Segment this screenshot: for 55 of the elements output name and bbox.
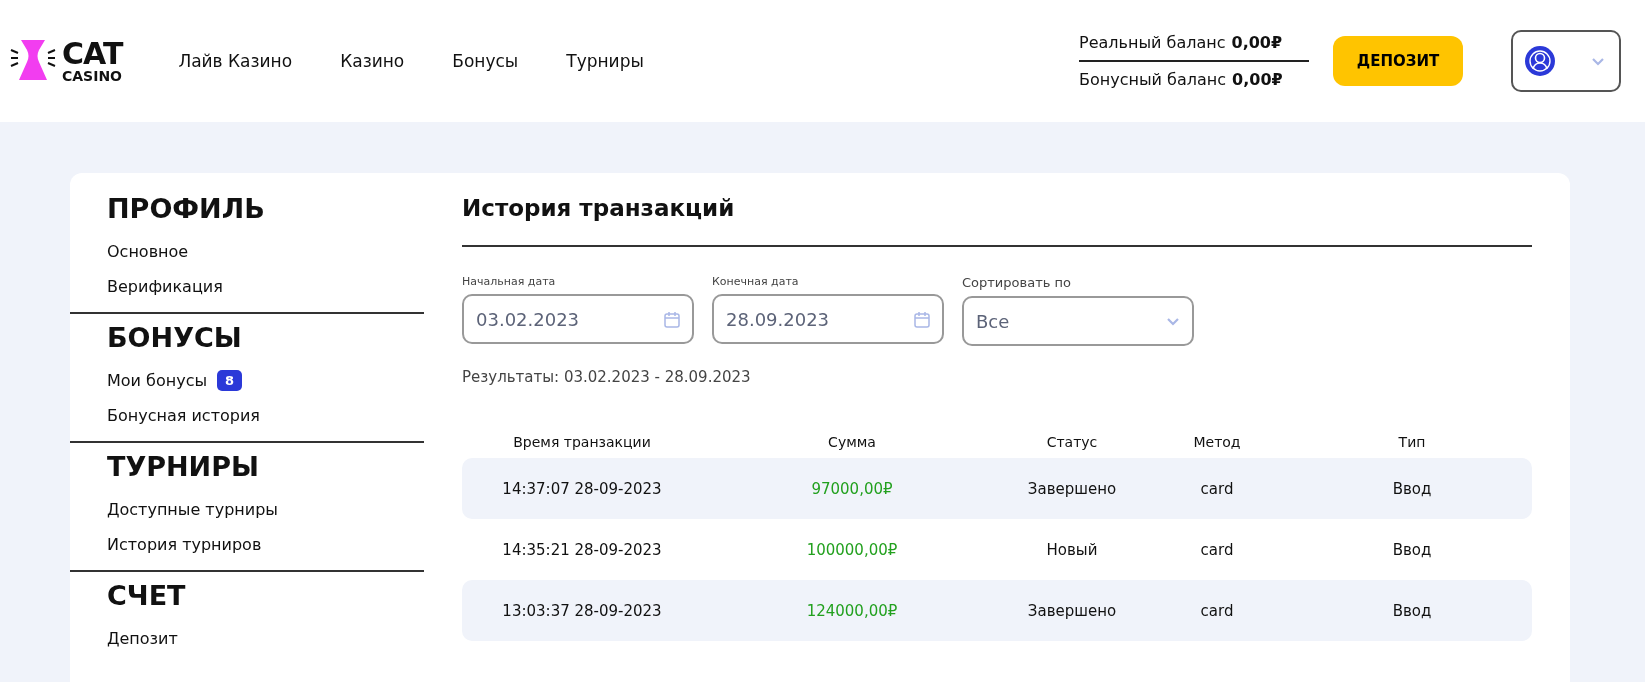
table-cell-text: Ввод bbox=[1391, 540, 1433, 559]
deposit-button[interactable]: ДЕПОЗИТ bbox=[1333, 36, 1463, 86]
sidebar-link[interactable]: Мои бонусы bbox=[107, 371, 208, 390]
sidebar-link[interactable]: Верификация bbox=[107, 277, 223, 296]
table-cell-text: Ввод bbox=[1391, 479, 1433, 498]
count-badge: 8 bbox=[217, 370, 243, 391]
nav-link[interactable]: Казино bbox=[340, 51, 405, 71]
calendar-icon[interactable] bbox=[664, 310, 680, 328]
nav-link[interactable]: Бонусы bbox=[452, 51, 519, 71]
field-label: Конечная дата bbox=[712, 275, 800, 288]
table-cell-text: 14:35:21 28-09-2023 bbox=[501, 540, 663, 559]
table-cell-text: 14:37:07 28-09-2023 bbox=[501, 479, 663, 498]
field-label: Сортировать по bbox=[962, 275, 1072, 290]
chevron-down-icon bbox=[1591, 56, 1605, 66]
column-header: Тип bbox=[1397, 434, 1427, 450]
logo-title: CAT bbox=[62, 39, 123, 69]
table-cell-text: card bbox=[1199, 601, 1235, 620]
user-avatar-icon bbox=[1525, 46, 1555, 76]
date-field[interactable]: 28.09.2023 bbox=[712, 294, 944, 344]
sidebar-link[interactable]: Депозит bbox=[107, 629, 178, 648]
table-cell-text: card bbox=[1199, 540, 1235, 559]
sort-dropdown[interactable]: Все bbox=[962, 296, 1194, 346]
sidebar-link[interactable]: Основное bbox=[107, 242, 189, 261]
chevron-down-icon bbox=[1166, 316, 1180, 326]
balance-text: Реальный баланс 0,00₽ bbox=[1079, 32, 1284, 54]
date-field[interactable]: 03.02.2023 bbox=[462, 294, 694, 344]
sidebar-link[interactable]: История турниров bbox=[107, 535, 262, 554]
balance-text: Бонусный баланс 0,00₽ bbox=[1079, 69, 1284, 91]
section-heading: БОНУСЫ bbox=[107, 322, 243, 353]
section-heading: СЧЕТ bbox=[107, 580, 187, 611]
table-cell-text: Новый bbox=[1045, 540, 1099, 559]
user-menu-button[interactable] bbox=[1511, 30, 1621, 92]
field-label: Начальная дата bbox=[462, 275, 557, 288]
sidebar-link[interactable]: Доступные турниры bbox=[107, 500, 278, 519]
amount-cell-text: 97000,00₽ bbox=[810, 479, 894, 498]
column-header: Сумма bbox=[827, 434, 877, 450]
amount-cell-text: 124000,00₽ bbox=[805, 601, 899, 620]
sidebar-link[interactable]: Бонусная история bbox=[107, 406, 260, 425]
calendar-icon[interactable] bbox=[914, 310, 930, 328]
table-cell-text: Завершено bbox=[1026, 601, 1118, 620]
results-range-text: Результаты: 03.02.2023 - 28.09.2023 bbox=[462, 368, 752, 386]
amount-cell-text: 100000,00₽ bbox=[805, 540, 899, 559]
section-heading: ПРОФИЛЬ bbox=[107, 193, 266, 224]
section-heading: ТУРНИРЫ bbox=[107, 451, 260, 482]
table-cell-text: Ввод bbox=[1391, 601, 1433, 620]
logo-subtitle: CASINO bbox=[62, 69, 123, 83]
nav-link[interactable]: Лайв Казино bbox=[178, 51, 293, 71]
table-cell-text: card bbox=[1199, 479, 1235, 498]
table-cell-text: Завершено bbox=[1026, 479, 1118, 498]
table-cell-text: 13:03:37 28-09-2023 bbox=[501, 601, 663, 620]
nav-link[interactable]: Турниры bbox=[566, 51, 644, 71]
page-title: История транзакций bbox=[462, 195, 1532, 247]
column-header: Статус bbox=[1045, 434, 1099, 450]
column-header: Время транзакции bbox=[512, 434, 652, 450]
column-header: Метод bbox=[1192, 434, 1242, 450]
